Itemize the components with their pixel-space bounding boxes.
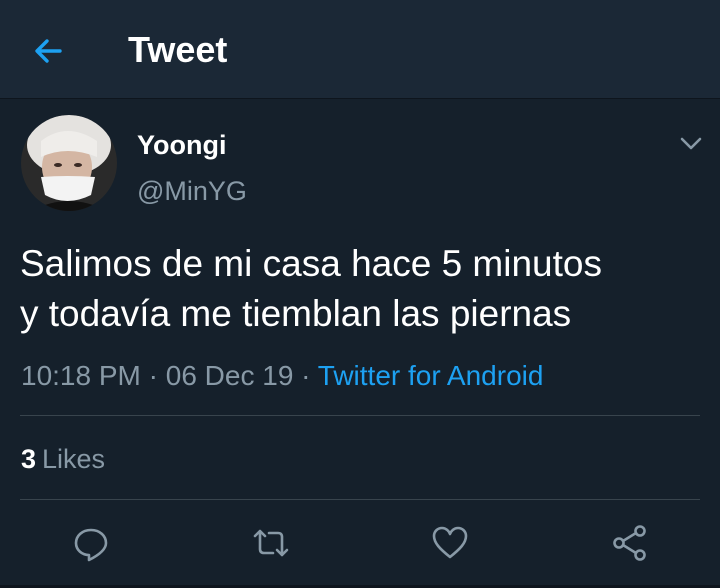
page-title: Tweet <box>128 29 228 70</box>
tweet-text-line: y todavía me tiemblan las piernas <box>20 293 572 334</box>
likes-label: Likes <box>42 444 106 474</box>
tweet-time: 10:18 PM <box>21 360 141 391</box>
author-name[interactable]: Yoongi <box>137 129 226 161</box>
tweet-date: 06 Dec 19 <box>165 360 294 391</box>
divider <box>20 499 700 500</box>
tweet-detail: Yoongi @MinYG Salimos de mi casa hace 5 … <box>0 99 720 588</box>
tweet-text-line: Salimos de mi casa hace 5 minutos <box>20 243 602 284</box>
tweet-text: Salimos de mi casa hace 5 minutos y toda… <box>20 239 700 339</box>
author-handle[interactable]: @MinYG <box>137 175 247 207</box>
likes-stat[interactable]: 3 Likes <box>21 441 105 477</box>
tweet-source-link[interactable]: Twitter for Android <box>318 360 544 391</box>
chevron-down-icon[interactable] <box>676 131 706 157</box>
meta-separator: · <box>148 360 158 391</box>
reply-icon[interactable] <box>71 523 111 563</box>
arrow-left-icon[interactable] <box>28 30 70 72</box>
divider <box>20 415 700 416</box>
avatar-image <box>21 115 117 211</box>
likes-count: 3 <box>21 444 37 474</box>
retweet-icon[interactable] <box>251 523 291 563</box>
share-icon[interactable] <box>610 523 650 563</box>
avatar[interactable] <box>21 115 117 211</box>
tweet-meta: 10:18 PM · 06 Dec 19 · Twitter for Andro… <box>21 358 543 394</box>
like-icon[interactable] <box>430 523 470 563</box>
top-app-bar: Tweet <box>0 0 720 99</box>
meta-separator: · <box>301 360 311 391</box>
